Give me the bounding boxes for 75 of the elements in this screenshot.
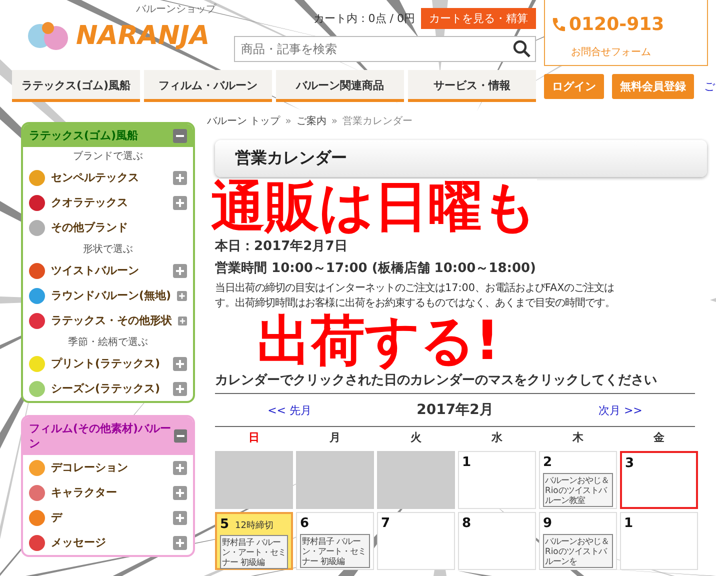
collapse-icon[interactable]	[173, 128, 187, 142]
next-month-link[interactable]: 次月 >>	[598, 402, 642, 418]
calendar-day[interactable]: 8	[458, 512, 536, 570]
event-entry[interactable]: 野村昌子 バルーン・アート・セミナー 初級編	[300, 534, 370, 568]
phone-number: 0120-913	[569, 14, 664, 35]
expand-icon[interactable]	[173, 536, 187, 550]
expand-icon[interactable]	[178, 314, 187, 328]
day-number: 5	[220, 517, 230, 532]
category-link[interactable]: クオラテックス	[51, 195, 167, 210]
calendar-day[interactable]: 5 12時締切 野村昌子 バルーン・アート・セミナー 初級編	[215, 512, 293, 570]
category-link[interactable]: シーズン(ラテックス)	[51, 381, 167, 396]
category-tab[interactable]: サービス・情報	[408, 70, 536, 102]
breadcrumb-link[interactable]: バルーン トップ	[207, 114, 280, 128]
day-number: 1	[462, 455, 472, 470]
group-heading: ブランドで選ぶ	[72, 150, 144, 164]
category-tab[interactable]: ラテックス(ゴム)風船	[12, 70, 140, 102]
nav-link[interactable]: ご	[704, 78, 715, 94]
category-tab[interactable]: バルーン関連商品	[276, 70, 404, 102]
event-entry[interactable]: バルーンおやじ＆Rioのツイストバルーン教室	[543, 473, 613, 507]
calendar-day[interactable]: 6 野村昌子 バルーン・アート・セミナー 初級編	[296, 512, 374, 570]
breadcrumb-current[interactable]: 営業カレンダー	[342, 114, 412, 128]
event-entry[interactable]: 野村昌子 バルーン・アート・セミナー 初級編	[220, 535, 288, 569]
calendar-month: 2017年2月	[416, 401, 494, 419]
deadline-note: 12時締切	[235, 520, 274, 532]
business-hours: 営業時間 10:00～17:00 (板橋店舗 10:00～18:00)	[215, 259, 536, 277]
day-number: 3	[625, 456, 634, 471]
category-title[interactable]: フィルム(その他素材)バルーン	[23, 417, 193, 455]
category-link[interactable]: ラウンドバルーン(無地)	[51, 288, 172, 303]
previous-month-link[interactable]: << 先月	[268, 402, 312, 418]
expand-icon[interactable]	[173, 264, 187, 278]
calendar-day[interactable]: 1	[458, 451, 536, 509]
search-icon[interactable]	[513, 40, 531, 58]
calendar-day[interactable]: 2 バルーンおやじ＆Rioのツイストバルーン教室	[539, 451, 617, 509]
calendar-day[interactable]: 1	[620, 512, 698, 570]
category-link[interactable]: センペルテックス	[51, 170, 167, 185]
category-link[interactable]: キャラクター	[51, 485, 167, 500]
calendar-day[interactable]: 3	[620, 451, 698, 509]
expand-icon[interactable]	[173, 170, 187, 184]
expand-icon[interactable]	[173, 486, 187, 500]
search-field[interactable]: 商品・記事を検索	[234, 36, 536, 62]
instruction-text: カレンダーでクリックされた日のカレンダーのマスをクリックしてください	[215, 371, 657, 389]
breadcrumb-separator: »	[285, 116, 292, 126]
expand-icon[interactable]	[173, 460, 187, 474]
event-entry[interactable]: バルーンおやじ＆Rioのツイストバルーンを	[543, 534, 613, 568]
day-number: 6	[300, 516, 310, 531]
breadcrumb-separator: »	[331, 116, 338, 126]
phone-icon	[551, 16, 565, 32]
category-link[interactable]: ツイストバルーン	[51, 263, 167, 278]
day-number: 9	[543, 516, 552, 531]
page-title: 営業カレンダー	[215, 140, 707, 177]
day-number: 1	[624, 516, 634, 531]
collapse-icon[interactable]	[174, 429, 187, 443]
calendar-day[interactable]: 9 バルーンおやじ＆Rioのツイストバルーンを	[539, 512, 617, 570]
today-date: 本日：2017年2月7日	[215, 237, 348, 255]
category-link[interactable]: その他ブランド	[51, 220, 187, 235]
expand-icon[interactable]	[173, 356, 187, 370]
category-tab[interactable]: フィルム・バルーン	[144, 70, 272, 102]
speed-line	[710, 298, 716, 302]
category-link[interactable]: デ	[51, 510, 167, 525]
category-link[interactable]: ラテックス・その他形状	[51, 313, 172, 328]
breadcrumb-link[interactable]: ご案内	[296, 114, 326, 128]
group-heading: 形状で選ぶ	[82, 242, 134, 257]
shipping-note: 当日出荷の締切の目安はインターネットのご注文は17:00、お電話およびFAXのご注文は	[215, 281, 614, 296]
day-number: 8	[462, 516, 472, 531]
calendar-day[interactable]: 7	[377, 512, 455, 570]
day-number: 7	[381, 516, 390, 531]
expand-icon[interactable]	[177, 288, 187, 302]
group-heading: 季節・絵柄で選ぶ	[67, 336, 149, 350]
expand-icon[interactable]	[173, 510, 187, 524]
expand-icon[interactable]	[173, 196, 187, 210]
category-link[interactable]: メッセージ	[51, 535, 167, 550]
category-link[interactable]: プリント(ラテックス)	[51, 356, 167, 371]
category-link[interactable]: デコレーション	[51, 460, 167, 475]
expand-icon[interactable]	[173, 382, 187, 396]
day-number: 2	[543, 455, 552, 470]
